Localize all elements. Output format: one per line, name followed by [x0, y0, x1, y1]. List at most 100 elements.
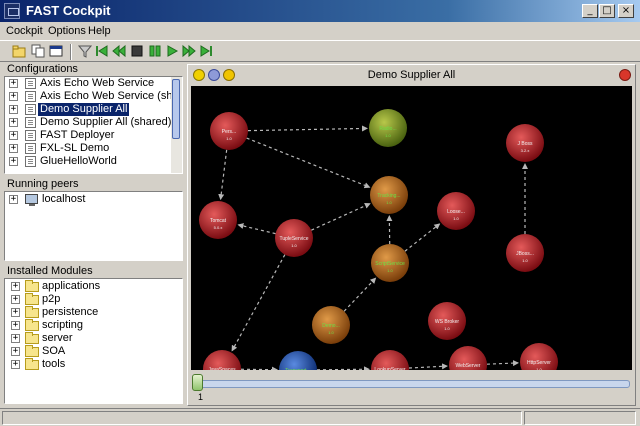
- expand-icon[interactable]: +: [11, 347, 20, 356]
- service-node[interactable]: JBoss...1.0: [506, 234, 544, 272]
- filter-icon[interactable]: [78, 44, 92, 58]
- window-icon[interactable]: [49, 44, 63, 58]
- installed-modules-tree[interactable]: + applications + p2p + persistence + scr…: [4, 278, 183, 404]
- service-node-label: WS Broker: [435, 319, 460, 325]
- service-node[interactable]: JavaSpaces1.2.x: [203, 350, 241, 370]
- service-node[interactable]: HttpServer1.0: [520, 343, 558, 370]
- service-node[interactable]: Demo...1.0: [312, 306, 350, 344]
- app-icon: [4, 3, 20, 19]
- rewind-icon[interactable]: [112, 44, 126, 58]
- service-node-version: 1.0: [536, 367, 542, 370]
- close-button[interactable]: ×: [618, 4, 634, 18]
- module-label: tools: [42, 358, 66, 370]
- expand-icon[interactable]: +: [11, 282, 20, 291]
- pause-icon[interactable]: [148, 44, 162, 58]
- fast-forward-icon[interactable]: [182, 44, 196, 58]
- zoom-slider-handle[interactable]: [192, 374, 203, 391]
- service-node[interactable]: TupleService1.0: [275, 219, 313, 257]
- expand-icon[interactable]: +: [9, 105, 18, 114]
- service-node[interactable]: Loose...1.0: [437, 192, 475, 230]
- copy-icon[interactable]: [31, 44, 45, 58]
- peer-label: localhost: [42, 193, 86, 205]
- configurations-scrollbar[interactable]: [171, 77, 182, 173]
- expand-icon[interactable]: +: [11, 334, 20, 343]
- expand-icon[interactable]: +: [11, 295, 20, 304]
- graph-header: Demo Supplier All: [188, 65, 635, 85]
- service-node[interactable]: LookupServer1.0: [371, 350, 409, 370]
- service-node[interactable]: Transport...1.0: [279, 351, 317, 370]
- service-node-version: 1.0: [453, 216, 459, 221]
- service-node[interactable]: ScriptService1.0: [371, 244, 409, 282]
- graph-edge: [408, 363, 449, 370]
- expand-icon[interactable]: +: [9, 131, 18, 140]
- module-label: server: [42, 332, 73, 344]
- service-node-label: J Boss: [517, 141, 533, 147]
- running-peers-tree[interactable]: + localhost: [4, 191, 183, 261]
- expand-icon[interactable]: +: [9, 92, 18, 101]
- config-label: FXL-SL Demo: [40, 142, 110, 154]
- expand-icon[interactable]: +: [11, 321, 20, 330]
- config-label: Demo Supplier All: [38, 103, 130, 116]
- folder-icon: [25, 293, 39, 305]
- module-label: persistence: [42, 306, 99, 318]
- minimize-button[interactable]: _: [582, 4, 598, 18]
- folder-icon: [25, 345, 39, 357]
- graph-edge: [231, 254, 286, 352]
- service-node-label: TupleService: [280, 236, 309, 242]
- menu-options[interactable]: Options: [48, 25, 86, 37]
- menu-bar: Cockpit Options Help: [0, 22, 640, 40]
- zoom-slider-track[interactable]: [193, 380, 630, 388]
- service-node-version: 1.0: [226, 136, 232, 141]
- service-node-version: 1.0: [328, 330, 334, 335]
- step-forward-icon[interactable]: [199, 44, 213, 58]
- zoom-label: 1: [198, 392, 204, 402]
- graph-edge: [311, 202, 371, 231]
- graph-edge: [316, 366, 371, 370]
- expand-icon[interactable]: +: [9, 118, 18, 127]
- graph-edge: [247, 125, 369, 132]
- service-node[interactable]: Radio...1.0: [369, 109, 407, 147]
- service-node-version: 1.0: [385, 133, 391, 138]
- service-node-label: Tomcat: [210, 218, 227, 224]
- service-node[interactable]: Tracking...1.0: [370, 176, 408, 214]
- expand-icon[interactable]: +: [9, 144, 18, 153]
- service-graph-canvas[interactable]: Pers...1.0Radio...1.0J Boss3.2.xTomcat5.…: [191, 86, 632, 370]
- scrollbar-thumb[interactable]: [172, 79, 180, 139]
- service-node-version: 5.0.x: [214, 225, 223, 230]
- maximize-button[interactable]: □: [599, 4, 615, 18]
- expand-icon[interactable]: +: [9, 157, 18, 166]
- module-label: p2p: [42, 293, 61, 305]
- expand-icon[interactable]: +: [11, 308, 20, 317]
- service-node-version: 1.0: [291, 243, 297, 248]
- menu-cockpit[interactable]: Cockpit: [6, 25, 43, 37]
- close-panel-icon[interactable]: [619, 69, 631, 81]
- expand-icon[interactable]: +: [9, 79, 18, 88]
- service-node-version: 3.2.x: [521, 148, 530, 153]
- open-folder-icon[interactable]: [12, 44, 26, 58]
- expand-icon[interactable]: +: [9, 195, 18, 204]
- config-label: Axis Echo Web Service: [40, 77, 155, 89]
- service-node-label: Pers...: [222, 129, 236, 135]
- status-bar: [0, 408, 640, 426]
- config-label: Demo Supplier All (shared): [40, 116, 172, 128]
- service-node[interactable]: WebServer1.0: [449, 346, 487, 370]
- menu-help[interactable]: Help: [88, 25, 111, 37]
- graph-title: Demo Supplier All: [367, 69, 456, 81]
- service-node[interactable]: WS Broker1.0: [428, 302, 466, 340]
- service-node-label: JBoss...: [516, 251, 534, 257]
- config-icon: [25, 91, 36, 102]
- step-back-icon[interactable]: [95, 44, 109, 58]
- service-node[interactable]: Pers...1.0: [210, 112, 248, 150]
- service-node[interactable]: J Boss3.2.x: [506, 124, 544, 162]
- service-node-label: Loose...: [447, 209, 465, 215]
- window-title: FAST Cockpit: [26, 3, 111, 18]
- stop-icon[interactable]: [130, 44, 144, 58]
- folder-icon: [25, 332, 39, 344]
- expand-icon[interactable]: +: [11, 360, 20, 369]
- configurations-tree[interactable]: + Axis Echo Web Service + Axis Echo Web …: [4, 76, 183, 174]
- title-bar: FAST Cockpit _ □ ×: [0, 0, 640, 22]
- module-label: SOA: [42, 345, 66, 357]
- play-icon[interactable]: [165, 44, 179, 58]
- service-node[interactable]: Tomcat5.0.x: [199, 201, 237, 239]
- folder-icon: [25, 280, 39, 292]
